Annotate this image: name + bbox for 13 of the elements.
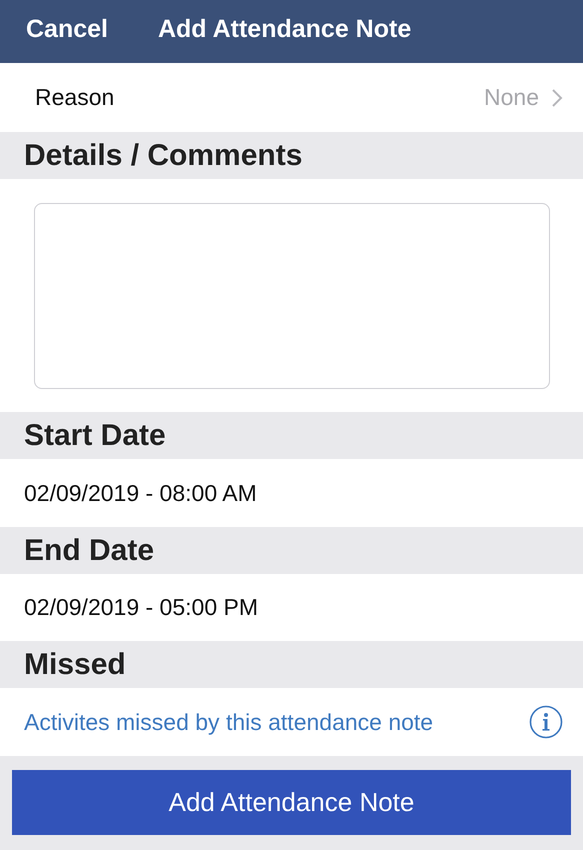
nav-title: Add Attendance Note bbox=[158, 15, 412, 44]
add-attendance-note-button[interactable]: Add Attendance Note bbox=[12, 770, 571, 835]
section-heading: Missed bbox=[24, 648, 126, 682]
section-heading: Details / Comments bbox=[24, 138, 302, 172]
section-heading: End Date bbox=[24, 534, 154, 568]
reason-row[interactable]: Reason None bbox=[0, 63, 583, 132]
cancel-button[interactable]: Cancel bbox=[26, 15, 108, 44]
comments-field[interactable] bbox=[34, 202, 550, 388]
end-date-value[interactable]: 02/09/2019 - 05:00 PM bbox=[24, 594, 258, 621]
section-heading: Start Date bbox=[24, 418, 166, 452]
chevron-right-icon bbox=[551, 88, 563, 108]
info-icon[interactable] bbox=[529, 705, 563, 739]
start-date-value[interactable]: 02/09/2019 - 08:00 AM bbox=[24, 480, 257, 506]
